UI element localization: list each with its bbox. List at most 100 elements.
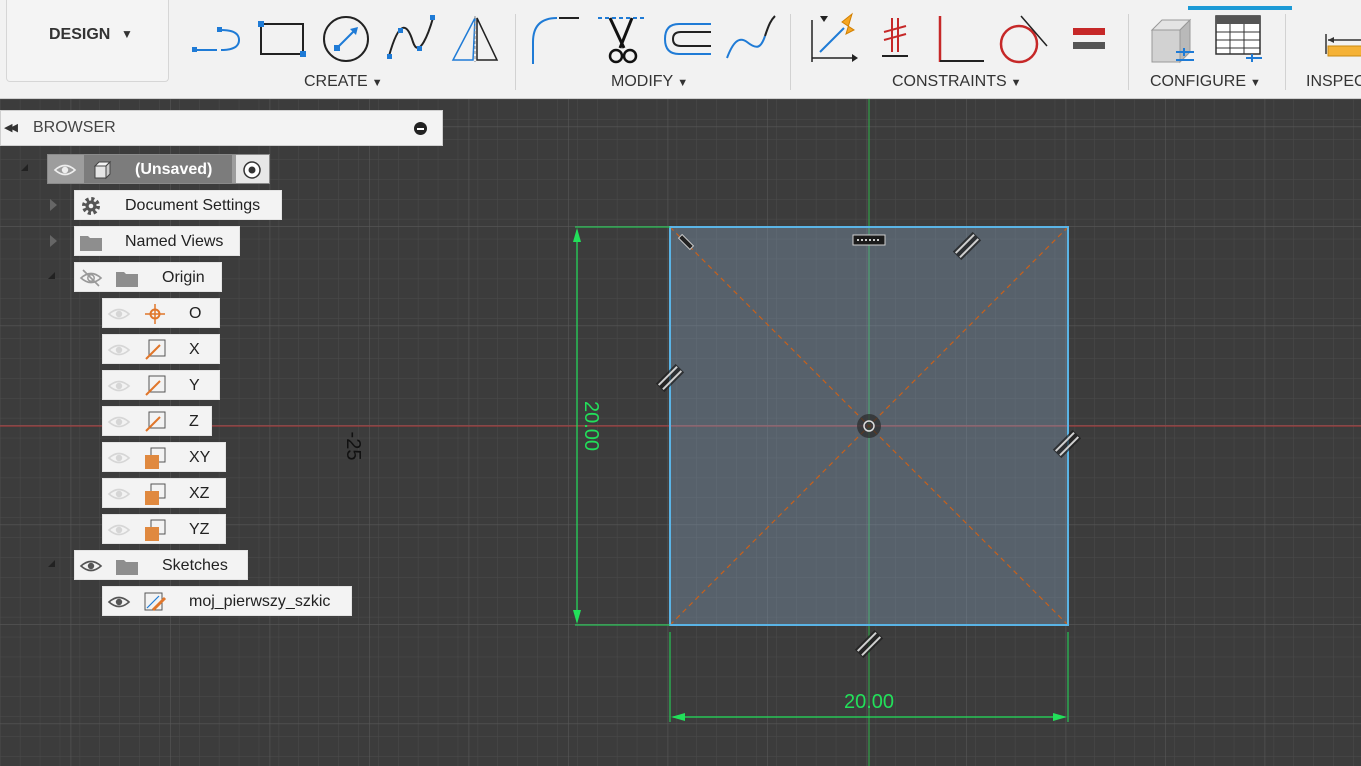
toolbar-separator (1285, 14, 1286, 90)
axis-icon (145, 375, 166, 396)
visibility-eye-icon[interactable] (53, 158, 77, 182)
center-point[interactable] (857, 414, 881, 438)
constraints-menu[interactable]: CONSTRAINTS ▼ (892, 73, 1022, 91)
configure-menu[interactable]: CONFIGURE ▼ (1150, 73, 1261, 91)
browser-item-named-views[interactable]: Named Views (74, 226, 240, 256)
browser-item-document-settings[interactable]: Document Settings (74, 190, 282, 220)
visibility-eye-icon[interactable] (107, 374, 131, 398)
workspace-switcher[interactable]: DESIGN ▼ (6, 0, 169, 82)
expand-arrow-icon[interactable] (48, 560, 55, 567)
visibility-eye-icon[interactable] (79, 554, 103, 578)
modify-menu[interactable]: MODIFY ▼ (611, 73, 688, 91)
origin-item-y-axis[interactable]: Y (102, 370, 220, 400)
parameters-cube-icon (1150, 18, 1194, 64)
sketch-dimension-icon (811, 12, 858, 62)
visibility-eye-icon[interactable] (107, 590, 131, 614)
origin-item-z-axis[interactable]: Z (102, 406, 212, 436)
browser-item-sketch[interactable]: moj_pierwszy_szkic (102, 586, 352, 616)
origin-item-label: O (189, 305, 202, 322)
axis-value-label: -25 (342, 432, 364, 461)
extend-tool-button[interactable] (725, 12, 777, 66)
vertical-dimension-value[interactable]: 20.00 (580, 401, 602, 451)
toolbar-separator (515, 14, 516, 90)
hidden-eye-icon[interactable] (79, 266, 103, 290)
sketch-icon (144, 592, 167, 612)
modify-menu-label: MODIFY (611, 73, 674, 90)
visibility-eye-icon[interactable] (107, 302, 131, 326)
tangent-constraint-button[interactable] (997, 12, 1049, 66)
browser-title: BROWSER (33, 119, 116, 136)
browser-item-sketches[interactable]: Sketches (74, 550, 248, 580)
plane-icon (145, 447, 166, 469)
measure-tool-button[interactable] (1320, 12, 1361, 66)
visibility-eye-icon[interactable] (107, 518, 131, 542)
horizontal-constraint-icon[interactable] (852, 234, 886, 246)
caret-down-icon: ▼ (371, 77, 383, 89)
named-views-label: Named Views (125, 233, 224, 250)
offset-tool-button[interactable] (661, 12, 713, 66)
collapse-panel-icon[interactable]: ◀◀ (4, 121, 18, 134)
caret-down-icon: ▼ (121, 27, 133, 41)
extend-icon (726, 15, 776, 59)
change-parameters-button[interactable] (1146, 12, 1198, 66)
perpendicular-tool-button[interactable] (934, 12, 986, 66)
spline-icon (387, 15, 435, 59)
component-icon (93, 160, 112, 180)
fillet-tool-button[interactable] (529, 12, 581, 66)
circle-tool-button[interactable] (320, 12, 372, 66)
constraints-menu-label: CONSTRAINTS (892, 73, 1007, 90)
equal-constraint-button[interactable] (1063, 12, 1115, 66)
equal-icon (1073, 28, 1105, 49)
origin-label: Origin (162, 269, 205, 286)
horizontal-dimension-value[interactable]: 20.00 (844, 691, 894, 713)
mirror-tool-button[interactable] (449, 12, 501, 66)
perpendicular-icon (938, 16, 984, 62)
scissors-icon (598, 17, 646, 64)
visibility-eye-icon[interactable] (107, 482, 131, 506)
circle-icon (323, 16, 369, 62)
configurations-table-button[interactable] (1212, 12, 1264, 66)
measure-icon (1325, 34, 1361, 57)
origin-item-x-axis[interactable]: X (102, 334, 220, 364)
line-icon (192, 27, 241, 52)
toolbar: DESIGN ▼ CREATE ▼ MODIFY ▼ CONSTRAINTS ▼… (0, 0, 1361, 99)
axis-icon (145, 339, 166, 360)
perpendicular-constraint-button[interactable] (870, 12, 922, 66)
expand-arrow-icon[interactable] (50, 199, 57, 211)
origin-item-label: Z (189, 413, 199, 430)
visibility-eye-icon[interactable] (107, 338, 131, 362)
plane-icon (145, 519, 166, 541)
expand-arrow-icon[interactable] (21, 164, 28, 171)
sketch-dimension-button[interactable] (806, 12, 858, 66)
folder-icon (116, 272, 138, 287)
browser-root-node[interactable]: (Unsaved) (47, 154, 270, 184)
plane-icon (145, 483, 166, 505)
expand-arrow-icon[interactable] (50, 235, 57, 247)
origin-point-icon (145, 304, 165, 324)
inspect-menu-label: INSPEC (1306, 73, 1361, 90)
origin-item-yz-plane[interactable]: YZ (102, 514, 226, 544)
origin-item-xy-plane[interactable]: XY (102, 442, 226, 472)
offset-icon (663, 23, 711, 55)
trim-tool-button[interactable] (596, 12, 648, 66)
table-icon (1215, 15, 1262, 62)
origin-item-point[interactable]: O (102, 298, 220, 328)
rectangle-tool-button[interactable] (255, 12, 307, 66)
visibility-eye-icon[interactable] (107, 446, 131, 470)
expand-arrow-icon[interactable] (48, 272, 55, 279)
browser-item-origin[interactable]: Origin (74, 262, 222, 292)
browser-header: ◀◀ BROWSER (0, 110, 443, 146)
create-menu[interactable]: CREATE ▼ (304, 73, 383, 91)
minimize-panel-icon[interactable] (414, 122, 427, 135)
line-tool-button[interactable] (191, 12, 243, 66)
visibility-eye-icon[interactable] (107, 410, 131, 434)
mirror-icon (451, 16, 499, 62)
root-component-label: (Unsaved) (135, 161, 213, 178)
spline-tool-button[interactable] (385, 12, 437, 66)
fillet-icon (532, 17, 579, 64)
activate-radio-icon[interactable] (240, 158, 264, 182)
create-menu-label: CREATE (304, 73, 368, 90)
sketches-label: Sketches (162, 557, 228, 574)
inspect-menu[interactable]: INSPEC (1306, 73, 1361, 91)
origin-item-xz-plane[interactable]: XZ (102, 478, 226, 508)
